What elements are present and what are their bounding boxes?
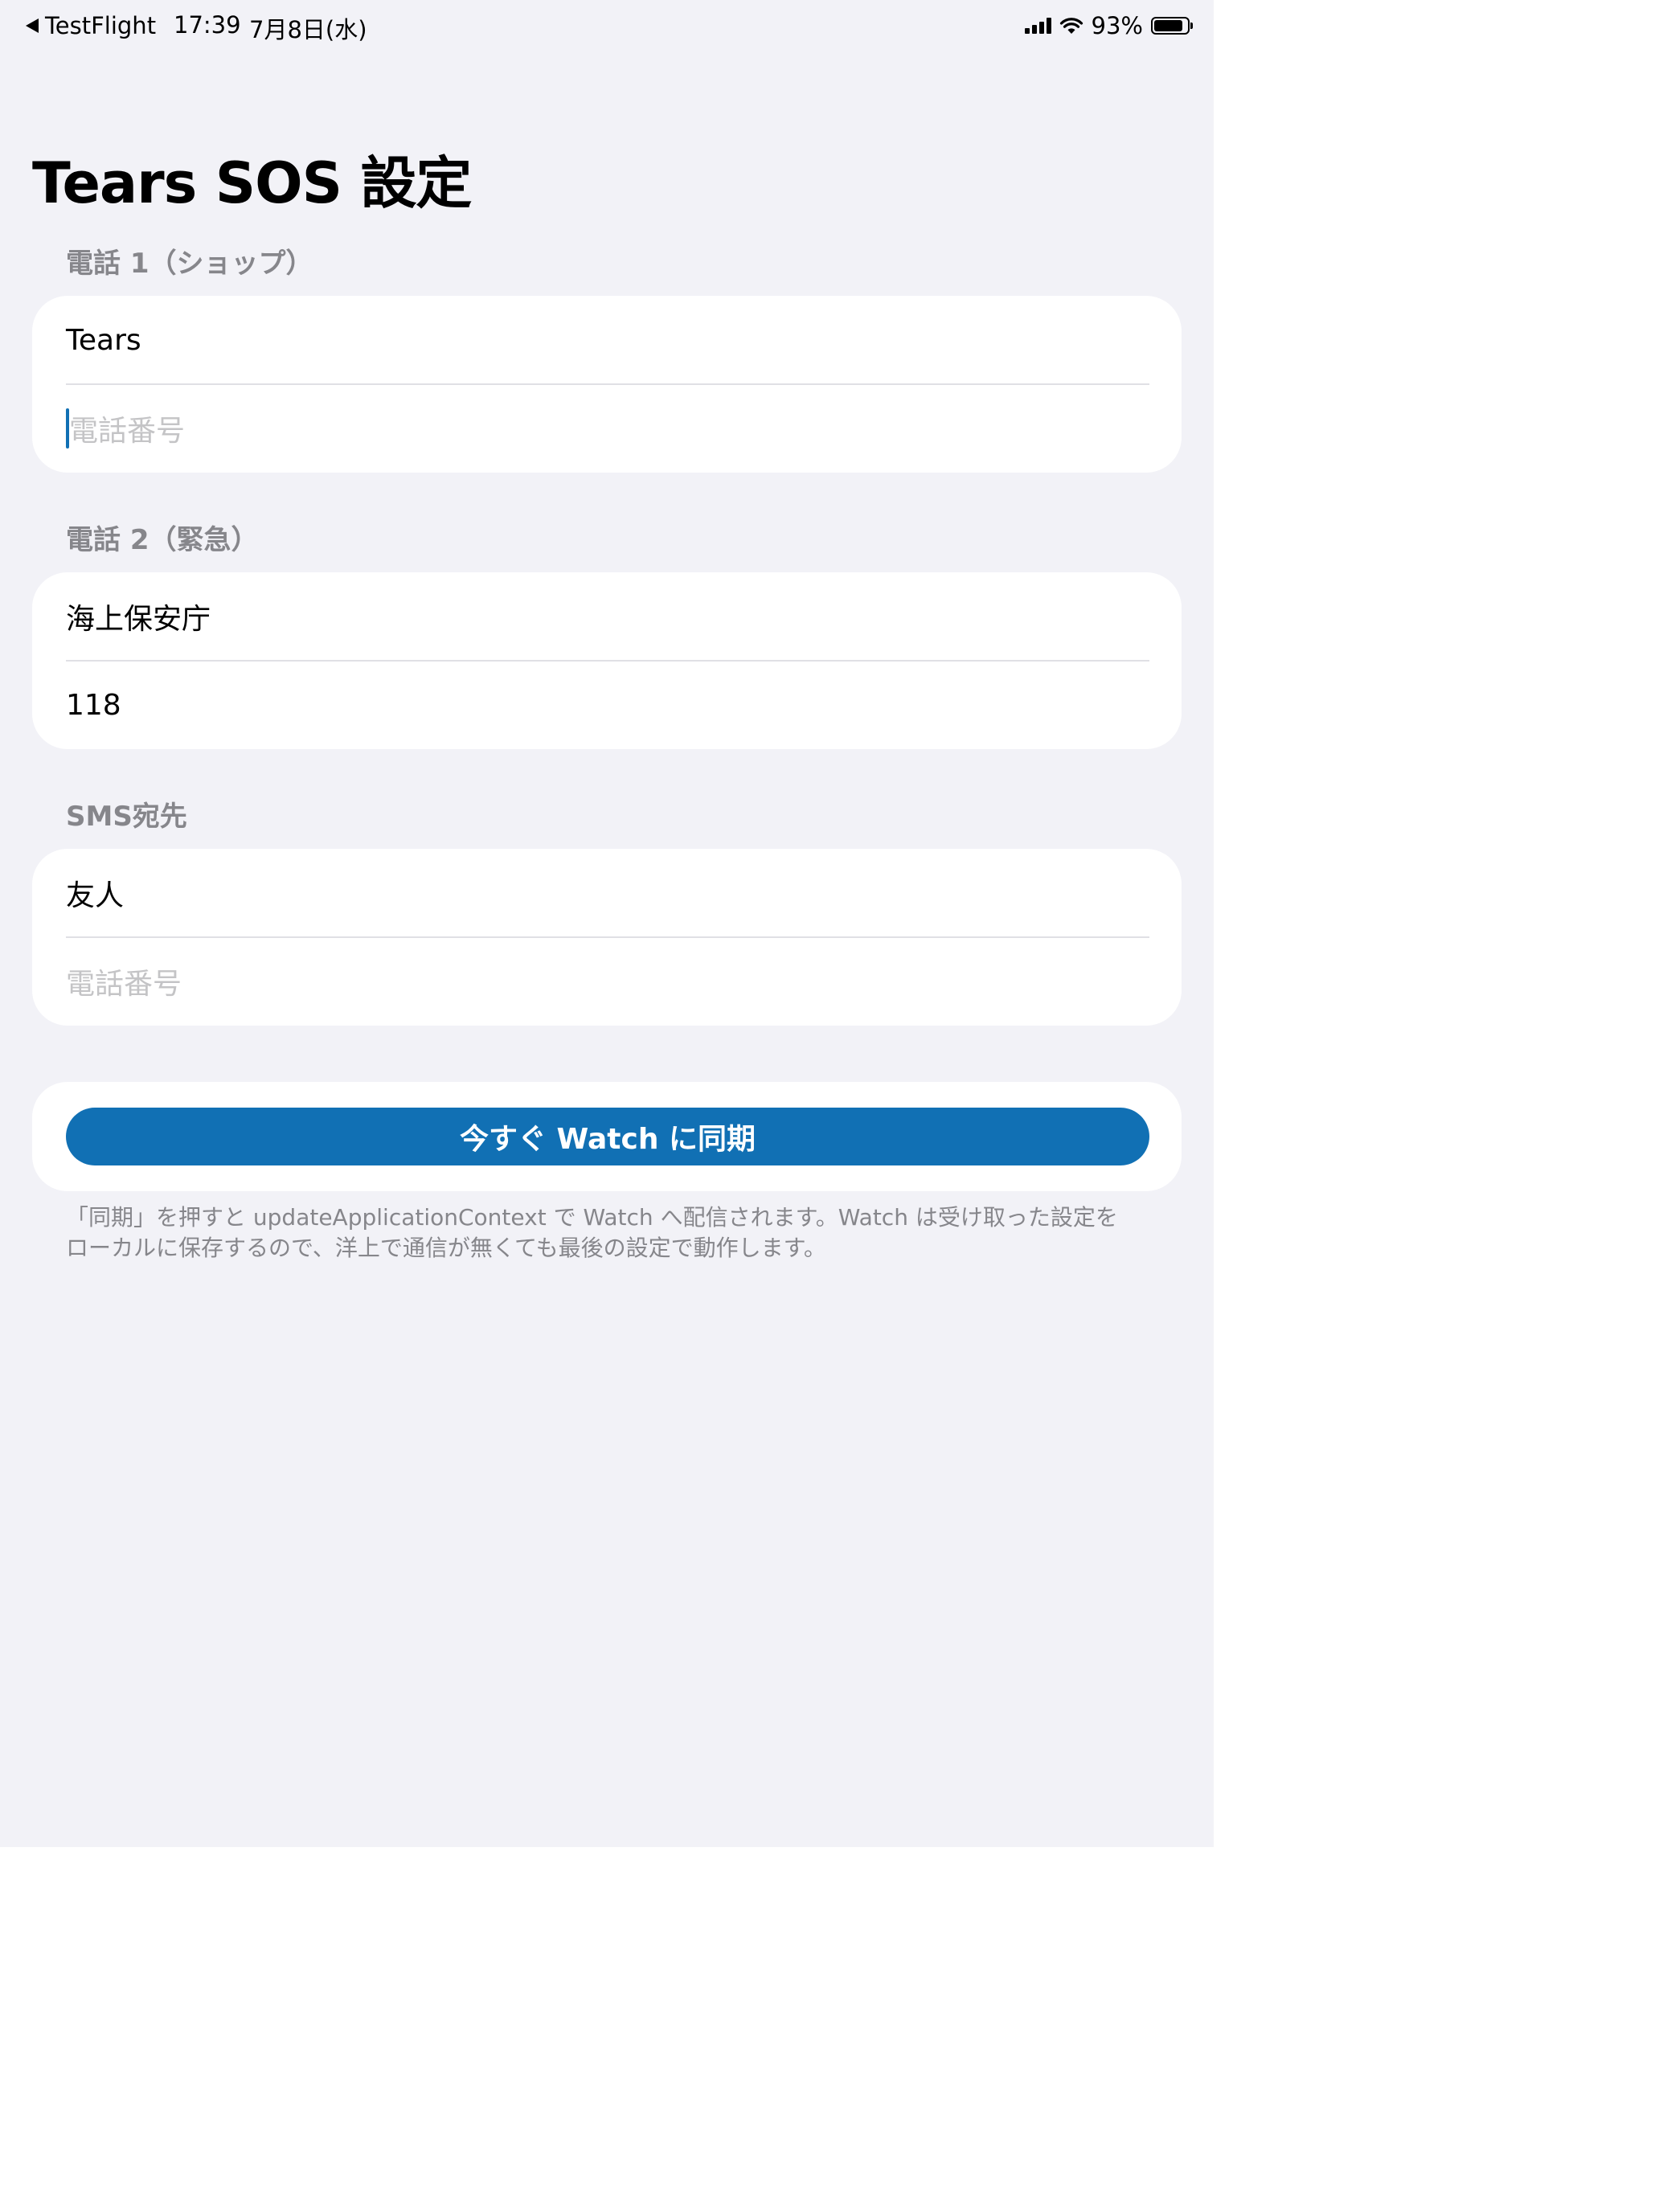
sync-card: 今すぐ Watch に同期 bbox=[32, 1082, 1182, 1191]
footnote-line-1: 「同期」を押すと updateApplicationContext で Watc… bbox=[66, 1204, 1118, 1231]
phone2-number-field[interactable]: 118 bbox=[66, 661, 1149, 749]
sms-name-field[interactable]: 友人 bbox=[66, 849, 1149, 937]
phone1-number-field[interactable]: 電話番号 bbox=[66, 384, 1149, 473]
wifi-icon bbox=[1059, 18, 1083, 34]
sms-name-value: 友人 bbox=[66, 879, 125, 912]
status-bar: TestFlight 17:39 7月8日(水) 93% bbox=[0, 0, 1214, 53]
sms-number-field[interactable]: 電話番号 bbox=[66, 937, 1149, 1026]
phone2-number-value: 118 bbox=[66, 688, 121, 722]
status-time: 17:39 bbox=[174, 11, 241, 39]
status-indicators: 93% bbox=[1024, 11, 1193, 40]
phone1-number-placeholder: 電話番号 bbox=[69, 415, 186, 448]
app-screen: TestFlight 17:39 7月8日(水) 93% Tears SOS 設… bbox=[0, 0, 1214, 1847]
sms-group: 友人 電話番号 bbox=[32, 849, 1182, 1026]
phone2-group: 海上保安庁 118 bbox=[32, 572, 1182, 749]
battery-percentage: 93% bbox=[1091, 12, 1143, 39]
phone2-name-field[interactable]: 海上保安庁 bbox=[66, 572, 1149, 661]
section-header-phone2: 電話 2（緊急） bbox=[66, 524, 259, 556]
status-date: 7月8日(水) bbox=[249, 16, 367, 43]
footnote-line-2: ローカルに保存するので、洋上で通信が無くても最後の設定で動作します。 bbox=[66, 1235, 826, 1261]
sync-footnote: 「同期」を押すと updateApplicationContext で Watc… bbox=[66, 1202, 1159, 1264]
section-header-phone1: 電話 1（ショップ） bbox=[66, 248, 313, 280]
back-app-label: TestFlight bbox=[45, 12, 157, 39]
cellular-signal-icon bbox=[1024, 18, 1051, 34]
sms-number-placeholder: 電話番号 bbox=[66, 968, 182, 1001]
back-to-app-button[interactable]: TestFlight bbox=[26, 11, 156, 40]
phone1-name-field[interactable]: Tears bbox=[66, 296, 1149, 384]
page-title: Tears SOS 設定 bbox=[32, 150, 472, 216]
phone1-name-value: Tears bbox=[66, 323, 141, 357]
phone2-name-value: 海上保安庁 bbox=[66, 603, 211, 636]
battery-icon bbox=[1151, 17, 1193, 35]
sync-now-button[interactable]: 今すぐ Watch に同期 bbox=[66, 1108, 1149, 1165]
back-triangle-icon bbox=[26, 18, 39, 33]
phone1-group: Tears 電話番号 bbox=[32, 296, 1182, 473]
section-header-sms: SMS宛先 bbox=[66, 801, 187, 833]
